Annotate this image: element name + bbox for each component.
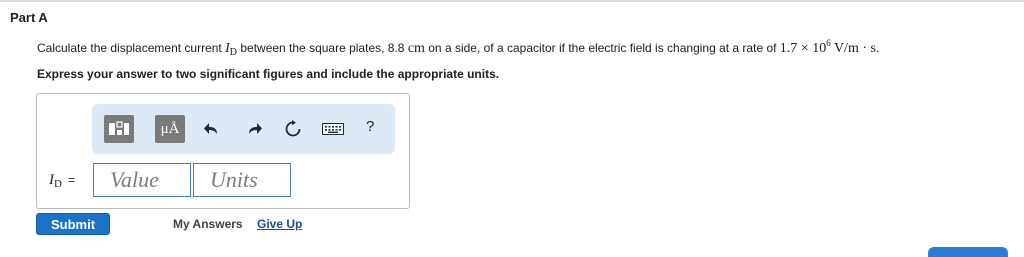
templates-icon[interactable] (104, 115, 134, 143)
answer-label: ID = (49, 172, 75, 190)
current-symbol: ID (225, 41, 238, 58)
units-field-wrapper (193, 163, 291, 197)
rate-value: 1.7 × 106 V/m · s. (779, 38, 880, 56)
bottom-corner-tab[interactable] (928, 247, 1008, 257)
question-mid2: on a side, of a capacitor if the electri… (424, 41, 780, 55)
value-input[interactable] (94, 164, 190, 196)
question-pre: Calculate the displacement current (37, 41, 226, 55)
keyboard-icon[interactable] (320, 118, 346, 140)
answer-box: μÅ ? ID = (36, 93, 410, 209)
units-input[interactable] (194, 164, 290, 196)
submit-button[interactable]: Submit (36, 213, 110, 235)
part-title: Part A (10, 10, 48, 25)
instruction-text: Express your answer to two significant f… (37, 67, 500, 81)
question-text: Calculate the displacement current ID be… (37, 38, 879, 58)
my-answers-link[interactable]: My Answers (173, 217, 243, 231)
help-button[interactable]: ? (366, 118, 374, 135)
undo-icon[interactable] (200, 118, 222, 140)
question-mid1: between the square plates, 8.8 (237, 41, 408, 55)
units-button[interactable]: μÅ (155, 115, 185, 143)
give-up-link[interactable]: Give Up (257, 217, 302, 231)
unit-cm: cm (407, 41, 425, 56)
redo-icon[interactable] (244, 118, 266, 140)
top-divider (0, 0, 1024, 2)
reset-icon[interactable] (282, 118, 304, 140)
math-toolbar: μÅ ? (92, 104, 395, 154)
value-field-wrapper (93, 163, 191, 197)
